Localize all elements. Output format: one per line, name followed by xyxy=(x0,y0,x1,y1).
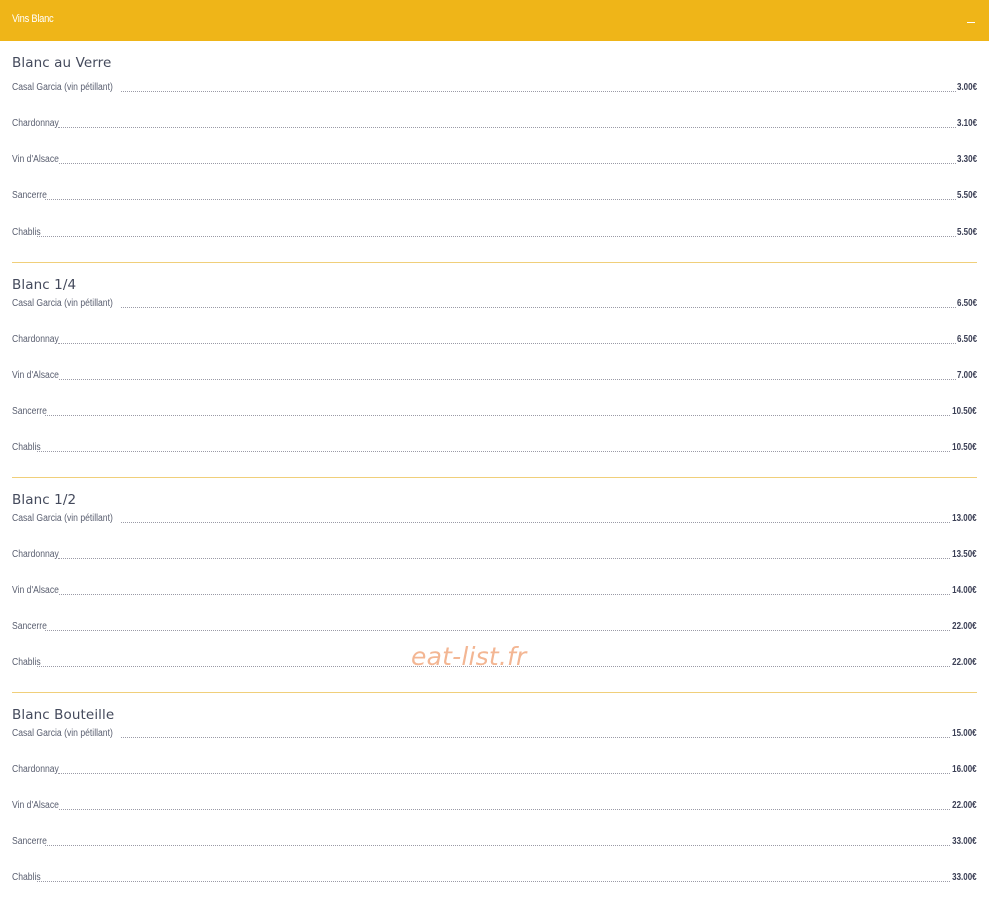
dot-leader xyxy=(44,845,951,846)
item-name: Casal Garcia (vin pétillant) xyxy=(12,513,113,524)
dot-leader xyxy=(58,343,956,344)
menu-item: Sancerre 5.50€ xyxy=(12,188,977,202)
menu-item: Sancerre 33.00€ xyxy=(12,834,977,848)
dot-leader xyxy=(58,163,956,164)
dot-leader xyxy=(58,773,951,774)
menu-item: Chablis 33.00€ xyxy=(12,870,977,884)
section-divider xyxy=(12,477,977,478)
item-price: 22.00€ xyxy=(952,657,977,668)
item-price: 3.30€ xyxy=(956,154,977,165)
item-name: Casal Garcia (vin pétillant) xyxy=(12,728,113,739)
dot-leader xyxy=(58,594,951,595)
dot-leader xyxy=(37,451,951,452)
menu-item: Vin d'Alsace 7.00€ xyxy=(12,368,977,382)
item-price: 7.00€ xyxy=(956,370,977,381)
menu-item: Casal Garcia (vin pétillant) 13.00€ xyxy=(12,511,977,525)
category-title: Vins Blanc xyxy=(12,13,54,25)
item-price: 5.50€ xyxy=(956,190,977,201)
section-divider xyxy=(12,262,977,263)
dot-leader xyxy=(58,127,956,128)
menu-item: Chardonnay 3.10€ xyxy=(12,116,977,130)
menu-item: Sancerre 10.50€ xyxy=(12,404,977,418)
dot-leader xyxy=(44,199,956,200)
item-price: 3.00€ xyxy=(956,82,977,93)
item-name: Chablis xyxy=(12,227,41,238)
dot-leader xyxy=(37,236,956,237)
dot-leader xyxy=(44,630,951,631)
item-price: 10.50€ xyxy=(952,442,977,453)
dot-leader xyxy=(58,558,951,559)
item-price: 33.00€ xyxy=(952,872,977,883)
menu-item: Chardonnay 16.00€ xyxy=(12,762,977,776)
item-price: 16.00€ xyxy=(952,764,977,775)
menu-item: Casal Garcia (vin pétillant) 15.00€ xyxy=(12,726,977,740)
item-name: Casal Garcia (vin pétillant) xyxy=(12,82,113,93)
item-price: 14.00€ xyxy=(952,585,977,596)
section-title: Blanc au Verre xyxy=(12,55,112,71)
section-title: Blanc 1/2 xyxy=(12,492,77,508)
minus-icon-bar xyxy=(967,22,975,23)
menu-item: Vin d'Alsace 14.00€ xyxy=(12,583,977,597)
menu-item: Vin d'Alsace 3.30€ xyxy=(12,152,977,166)
item-name: Sancerre xyxy=(12,190,47,201)
menu-item: Chardonnay 6.50€ xyxy=(12,332,977,346)
item-price: 10.50€ xyxy=(952,406,977,417)
item-name: Vin d'Alsace xyxy=(12,800,59,811)
menu-item: Chablis 5.50€ xyxy=(12,225,977,239)
item-name: Chardonnay xyxy=(12,764,59,775)
item-price: 22.00€ xyxy=(952,621,977,632)
item-name: Chardonnay xyxy=(12,118,59,129)
dot-leader xyxy=(121,522,951,523)
item-name: Sancerre xyxy=(12,406,47,417)
category-header[interactable]: Vins Blanc xyxy=(0,0,989,41)
item-price: 22.00€ xyxy=(952,800,977,811)
menu-item: Vin d'Alsace 22.00€ xyxy=(12,798,977,812)
item-name: Chardonnay xyxy=(12,334,59,345)
item-price: 6.50€ xyxy=(956,334,977,345)
item-name: Chablis xyxy=(12,657,41,668)
dot-leader xyxy=(121,91,956,92)
item-name: Chablis xyxy=(12,872,41,883)
menu-item: Chardonnay 13.50€ xyxy=(12,547,977,561)
dot-leader xyxy=(58,379,956,380)
item-price: 13.00€ xyxy=(952,513,977,524)
item-price: 13.50€ xyxy=(952,549,977,560)
item-name: Chardonnay xyxy=(12,549,59,560)
item-name: Vin d'Alsace xyxy=(12,370,59,381)
menu-item: Sancerre 22.00€ xyxy=(12,619,977,633)
item-price: 33.00€ xyxy=(952,836,977,847)
dot-leader xyxy=(121,737,951,738)
item-price: 3.10€ xyxy=(956,118,977,129)
item-price: 5.50€ xyxy=(956,227,977,238)
item-name: Sancerre xyxy=(12,621,47,632)
item-name: Vin d'Alsace xyxy=(12,585,59,596)
minus-icon[interactable] xyxy=(965,10,979,28)
item-name: Casal Garcia (vin pétillant) xyxy=(12,298,113,309)
section-divider xyxy=(12,692,977,693)
item-name: Sancerre xyxy=(12,836,47,847)
menu-item: Casal Garcia (vin pétillant) 6.50€ xyxy=(12,296,977,310)
section-title: Blanc 1/4 xyxy=(12,277,77,293)
dot-leader xyxy=(37,881,951,882)
item-price: 15.00€ xyxy=(952,728,977,739)
item-name: Chablis xyxy=(12,442,41,453)
menu-item: Chablis 10.50€ xyxy=(12,440,977,454)
section-title: Blanc Bouteille xyxy=(12,707,115,723)
menu-item: Casal Garcia (vin pétillant) 3.00€ xyxy=(12,80,977,94)
dot-leader xyxy=(121,307,956,308)
dot-leader xyxy=(58,809,951,810)
item-price: 6.50€ xyxy=(956,298,977,309)
dot-leader xyxy=(44,415,951,416)
watermark-text: eat-list.fr xyxy=(411,642,527,671)
item-name: Vin d'Alsace xyxy=(12,154,59,165)
